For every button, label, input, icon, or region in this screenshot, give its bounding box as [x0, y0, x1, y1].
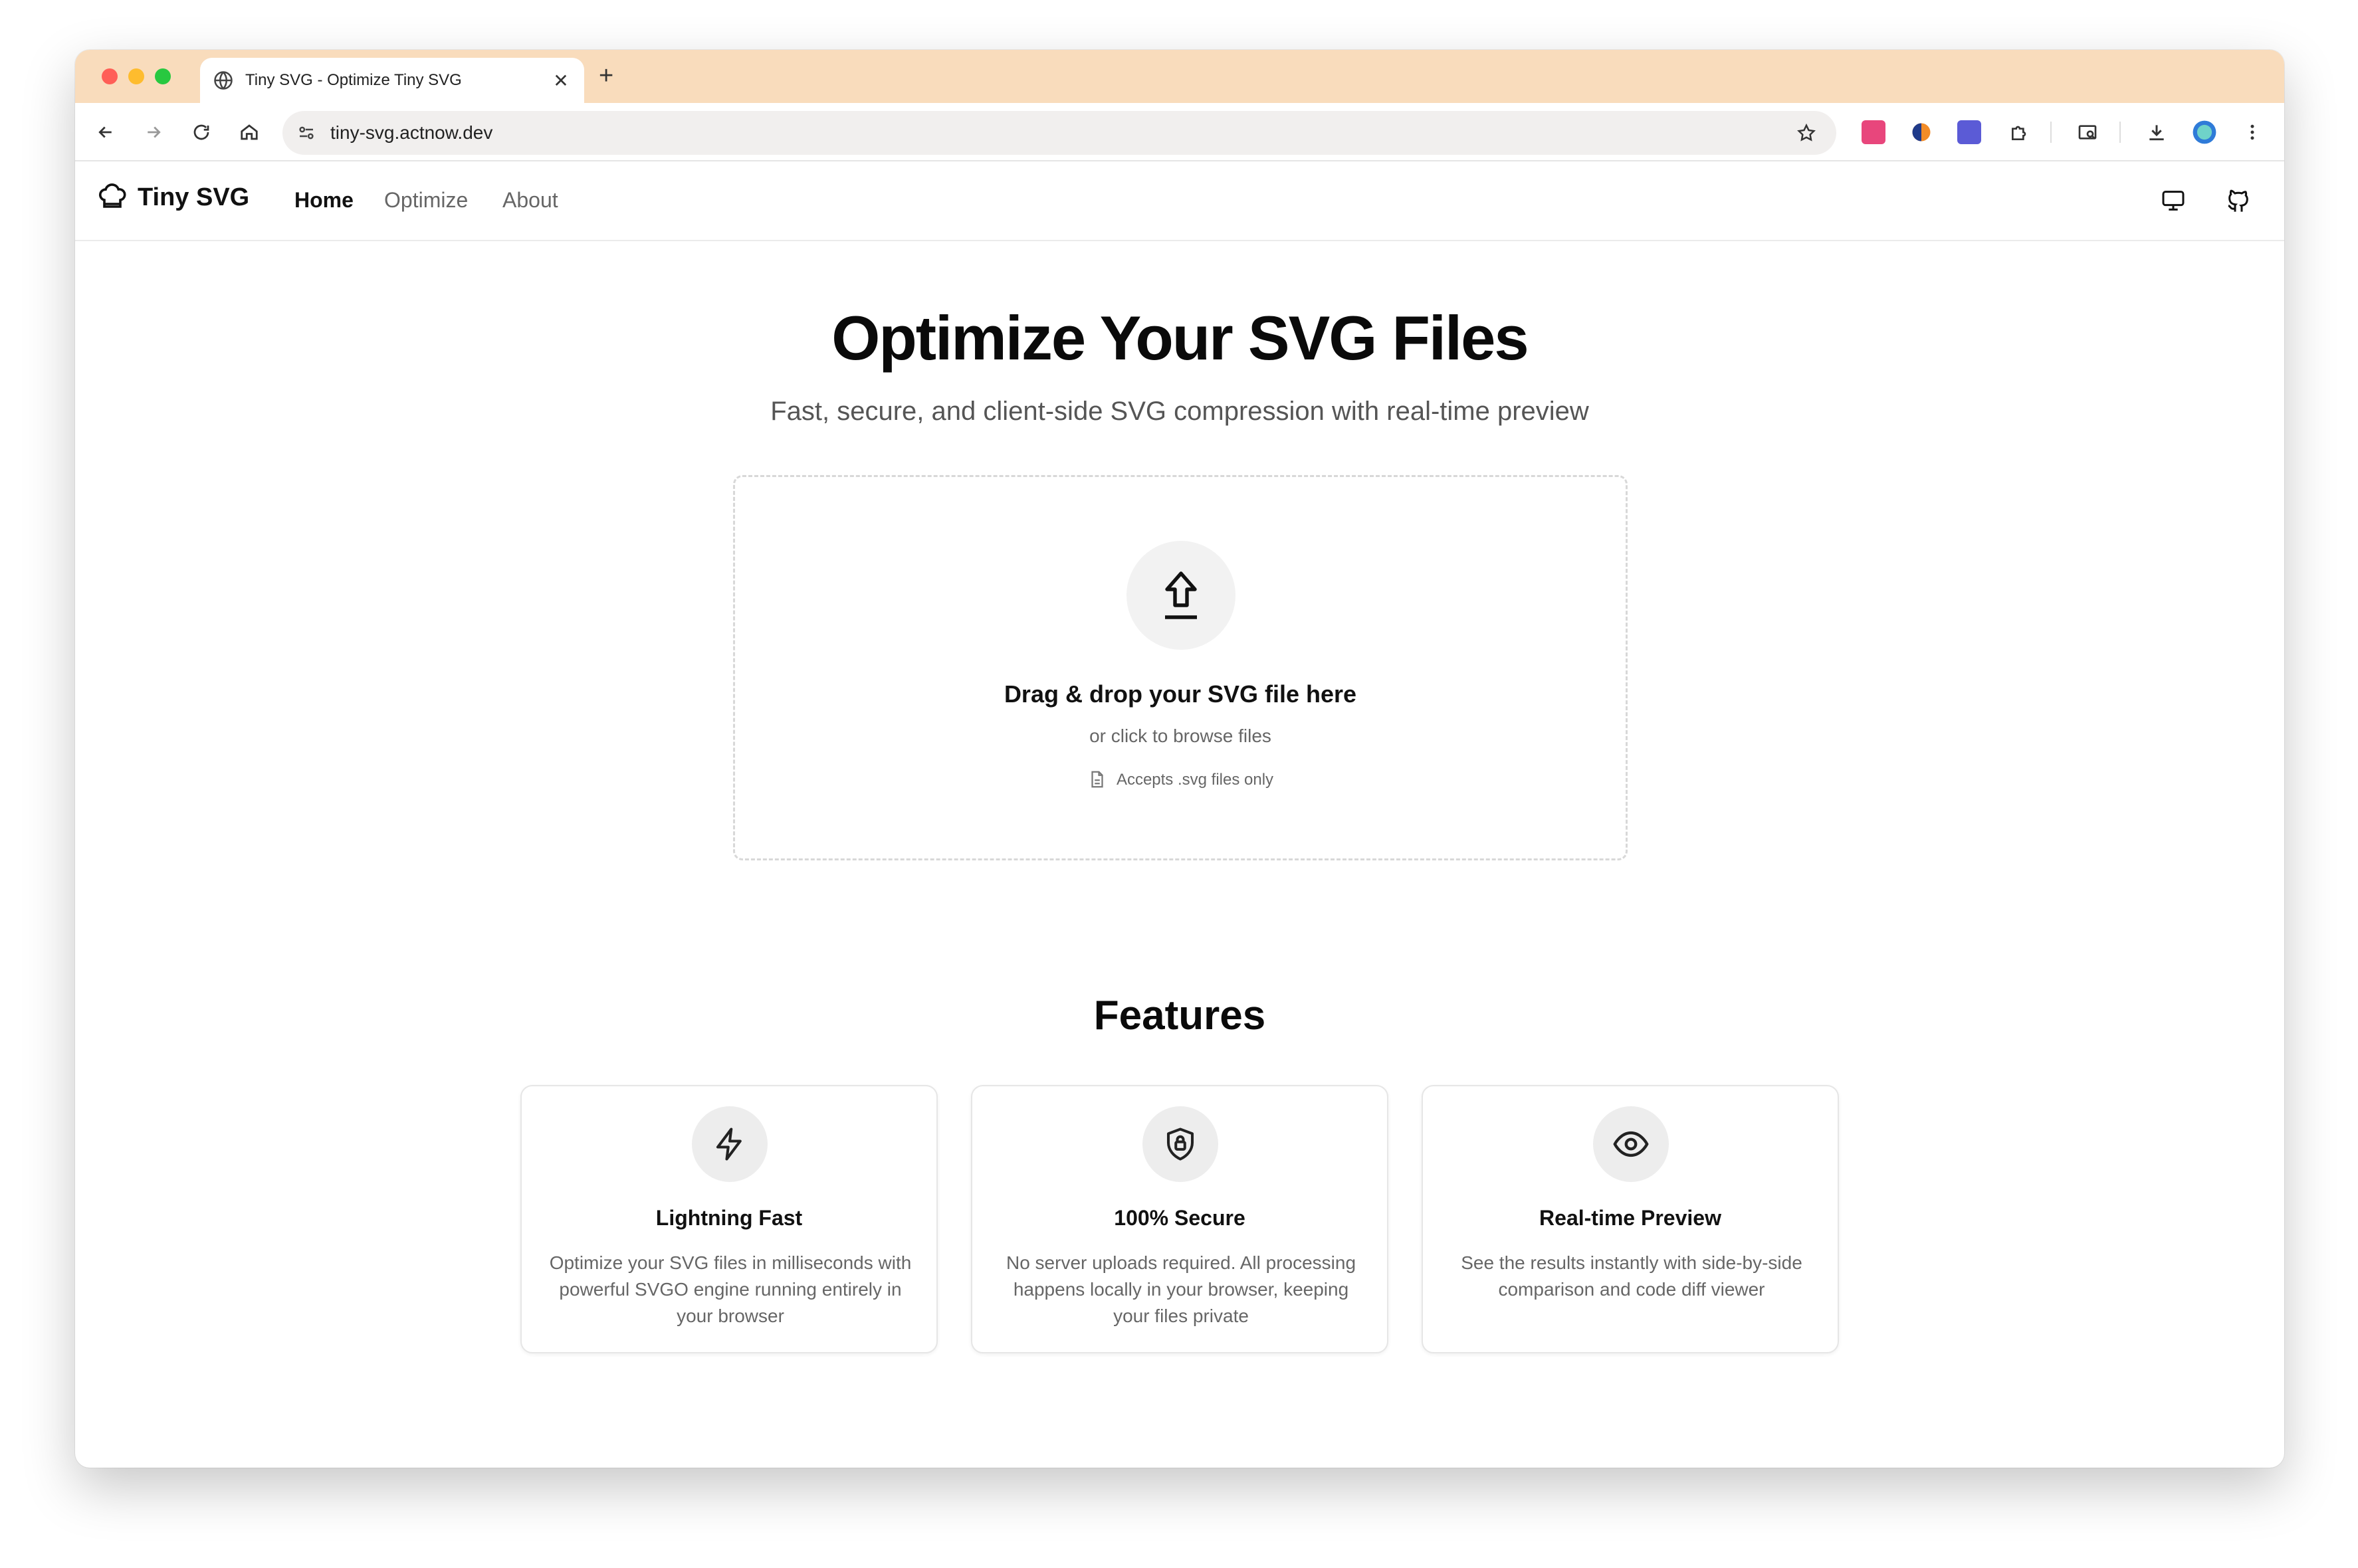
feature-title: 100% Secure [1114, 1206, 1245, 1230]
downloads-icon[interactable] [2142, 118, 2171, 147]
browser-tab[interactable]: Tiny SVG - Optimize Tiny SVG ✕ [200, 58, 584, 103]
new-tab-button[interactable]: + [599, 62, 613, 90]
lightning-icon [692, 1106, 768, 1182]
brand-name: Tiny SVG [138, 183, 250, 211]
feature-description: Optimize your SVG files in milliseconds … [549, 1252, 912, 1326]
feature-title: Lightning Fast [655, 1206, 803, 1230]
reload-icon[interactable] [187, 118, 216, 147]
dropzone-subtitle: or click to browse files [1089, 726, 1271, 746]
minimize-window-button[interactable] [128, 68, 144, 84]
forward-icon[interactable] [139, 118, 168, 147]
nav-link-home[interactable]: Home [294, 188, 354, 213]
extension-tdk-icon[interactable] [1957, 120, 1981, 144]
nav-link-optimize[interactable]: Optimize [384, 188, 468, 213]
profile-avatar[interactable] [2190, 118, 2219, 147]
tab-close-button[interactable]: ✕ [551, 70, 571, 92]
upload-icon [1126, 541, 1235, 650]
bookmark-star-icon[interactable] [1792, 119, 1820, 147]
page-title: Optimize Your SVG Files [831, 303, 1529, 373]
home-icon[interactable] [235, 118, 264, 147]
feature-card-secure: 100% Secure No server uploads required. … [971, 1085, 1388, 1353]
url-text: tiny-svg.actnow.dev [330, 122, 493, 143]
tab-search-icon[interactable] [2073, 118, 2102, 147]
maximize-window-button[interactable] [155, 68, 171, 84]
close-window-button[interactable] [102, 68, 118, 84]
features-heading: Features [1093, 993, 1266, 1038]
browser-window: Tiny SVG - Optimize Tiny SVG ✕ + tiny-sv… [75, 50, 2284, 1468]
dropzone-accepts: Accepts .svg files only [735, 769, 1626, 791]
tab-title: Tiny SVG - Optimize Tiny SVG [245, 71, 462, 89]
address-bar[interactable]: tiny-svg.actnow.dev [282, 111, 1836, 155]
chef-hat-icon [96, 181, 128, 213]
feature-description: See the results instantly with side-by-s… [1461, 1252, 1802, 1300]
dropzone-accepts-text: Accepts .svg files only [1116, 771, 1274, 789]
file-icon [1087, 769, 1109, 791]
nav-link-about[interactable]: About [502, 188, 558, 213]
eye-icon [1593, 1106, 1669, 1182]
back-icon[interactable] [91, 118, 120, 147]
feature-card-preview: Real-time Preview See the results instan… [1422, 1085, 1839, 1353]
feature-card-lightning: Lightning Fast Optimize your SVG files i… [520, 1085, 938, 1353]
feature-title: Real-time Preview [1539, 1206, 1721, 1230]
tab-strip: Tiny SVG - Optimize Tiny SVG ✕ + [75, 50, 2284, 103]
brand-logo[interactable]: Tiny SVG [96, 181, 249, 213]
toolbar-divider [2050, 122, 2052, 143]
globe-icon [213, 70, 233, 90]
extension-orange-icon[interactable] [1909, 120, 1933, 144]
page-subtitle: Fast, secure, and client-side SVG compre… [770, 397, 1589, 426]
extensions-puzzle-icon[interactable] [2005, 118, 2034, 147]
site-header: Tiny SVG Home Optimize About [75, 161, 2284, 241]
feature-description: No server uploads required. All processi… [1006, 1252, 1356, 1326]
site-settings-icon[interactable] [292, 118, 321, 147]
dropzone-title: Drag & drop your SVG file here [1004, 680, 1357, 708]
browser-menu-icon[interactable] [2238, 118, 2267, 147]
github-icon[interactable] [2222, 184, 2255, 217]
toolbar-divider [2119, 122, 2121, 143]
monitor-icon[interactable] [2157, 184, 2190, 217]
extension-translate-icon[interactable] [1862, 120, 1885, 144]
shield-lock-icon [1142, 1106, 1218, 1182]
browser-toolbar: tiny-svg.actnow.dev [75, 103, 2284, 161]
file-dropzone[interactable]: Drag & drop your SVG file here or click … [733, 475, 1628, 860]
